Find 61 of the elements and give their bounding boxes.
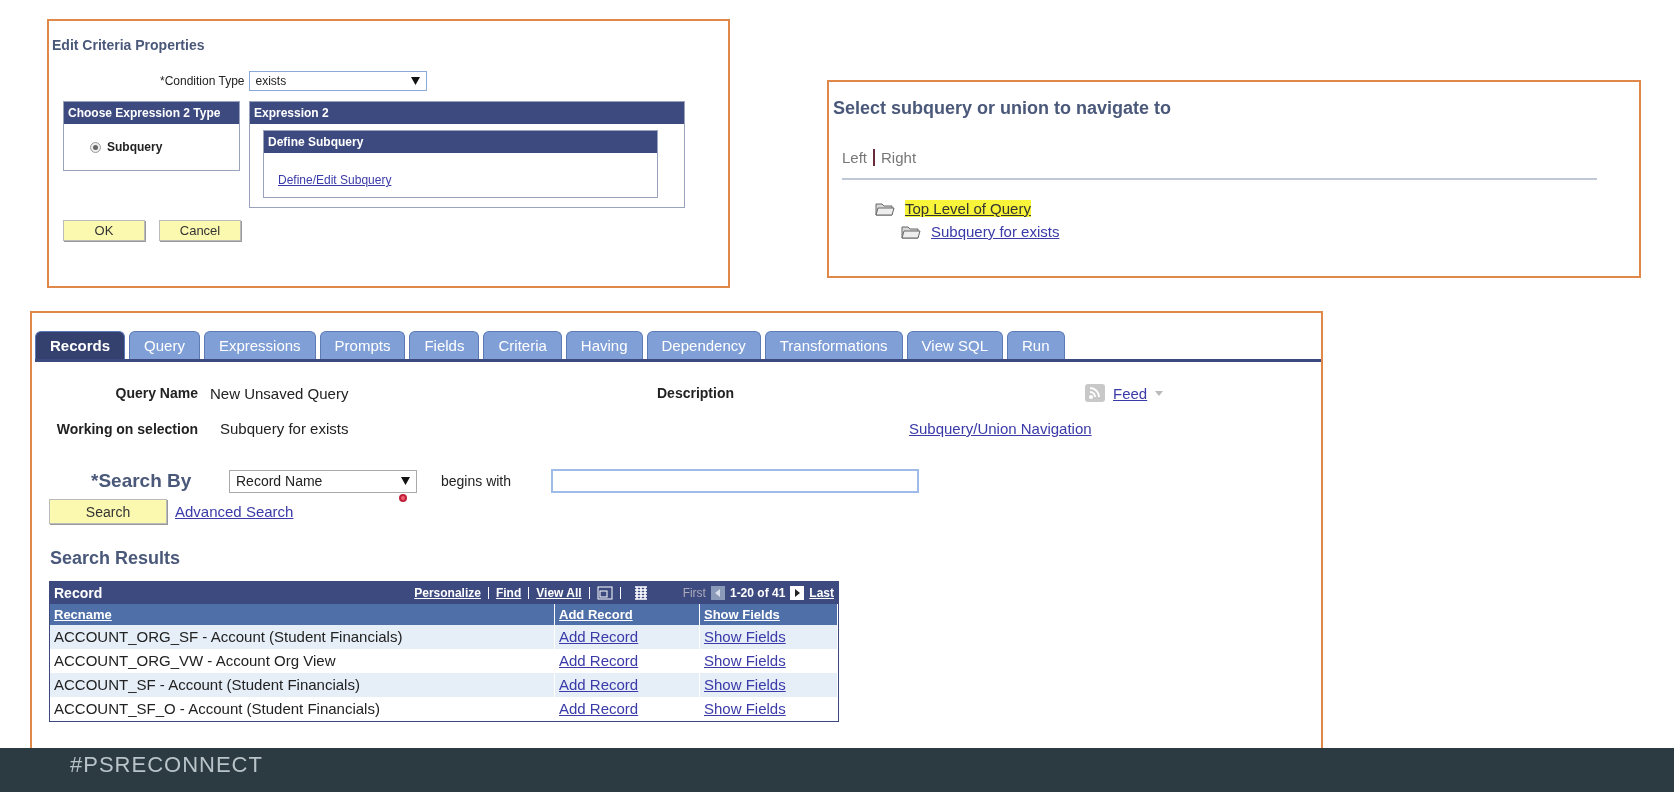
dialog-button[interactable]: Cancel [159,220,241,241]
search-by-dropdown[interactable]: Record Name [229,469,417,493]
folder-icon [901,224,921,239]
condition-dropdown[interactable]: exists [248,71,427,91]
group-header: Expression 2 [250,102,684,124]
grid-link[interactable]: Find [495,586,522,600]
radio-label: Subquery [107,140,163,154]
dropdown-arrow-icon[interactable] [410,77,420,85]
field-value: New Unsaved Query [210,384,350,402]
folder-icon [875,201,895,216]
zoom-icon[interactable] [596,586,613,600]
dialog-title: Edit Criteria Properties [52,37,206,53]
feed-link[interactable]: Feed [1113,384,1148,402]
column-header[interactable]: Add Record [555,604,700,625]
results-title: Search Results [50,548,182,569]
side-label: Right [873,149,917,166]
group-header: Choose Expression 2 Type [64,102,239,124]
advanced-search-link[interactable]: Advanced Search [175,503,294,520]
footer-hashtag: #PSRECONNECT [70,752,263,777]
show-fields-link[interactable]: Show Fields [700,625,838,649]
add-record-link[interactable]: Add Record [555,673,700,697]
column-header[interactable]: Show Fields [700,604,838,625]
search-button[interactable]: Search [49,499,167,524]
click-marker-icon [399,494,407,502]
next-icon[interactable] [790,586,805,600]
dialog-button[interactable]: OK [63,220,145,241]
column-header[interactable]: Recname [50,604,555,625]
navigator-title: Select subquery or union to navigate to [833,98,1173,119]
previous-icon[interactable] [710,586,725,600]
grid-link[interactable]: Last [809,586,834,600]
add-record-link[interactable]: Add Record [555,625,700,649]
field-label: *Condition Type [160,74,245,88]
show-fields-link[interactable]: Show Fields [700,673,838,697]
grid-link[interactable]: View All [536,586,582,600]
radio-button[interactable] [90,141,101,153]
search-by-label: *Search By [91,470,193,492]
table-cell: ACCOUNT_SF_O - Account (Student Financials) [50,697,555,721]
field-label: Query Name [114,385,198,401]
search-input[interactable] [551,469,920,493]
tree-link[interactable]: Top Level of Query [905,200,1031,217]
tab[interactable]: Records [35,331,126,359]
dropdown-arrow-icon[interactable] [401,477,410,485]
group-header: Define Subquery [264,131,657,153]
table-cell: ACCOUNT_SF - Account (Student Financials) [50,673,555,697]
rss-icon [1085,384,1105,402]
field-value: Subquery for exists [219,420,350,437]
tree-link[interactable]: Subquery for exists [931,223,1060,240]
grid-link[interactable]: Personalize [414,586,481,600]
grid-icon[interactable] [633,586,648,600]
first-label: First [682,586,706,600]
table-cell: ACCOUNT_ORG_SF - Account (Student Financials) [50,625,555,649]
field-label: begins with [441,473,512,489]
field-label: Working on selection [55,420,198,437]
grid-title: Record [54,585,104,601]
page-range: 1-20 of 41 [729,586,786,600]
define-subquery-link[interactable]: Define/Edit Subquery [278,173,392,187]
show-fields-link[interactable]: Show Fields [700,697,838,721]
union-navigation-link[interactable]: Subquery/Union Navigation [909,420,1321,437]
side-label: Left [842,149,868,166]
add-record-link[interactable]: Add Record [555,697,700,721]
field-label: Description [657,385,735,401]
